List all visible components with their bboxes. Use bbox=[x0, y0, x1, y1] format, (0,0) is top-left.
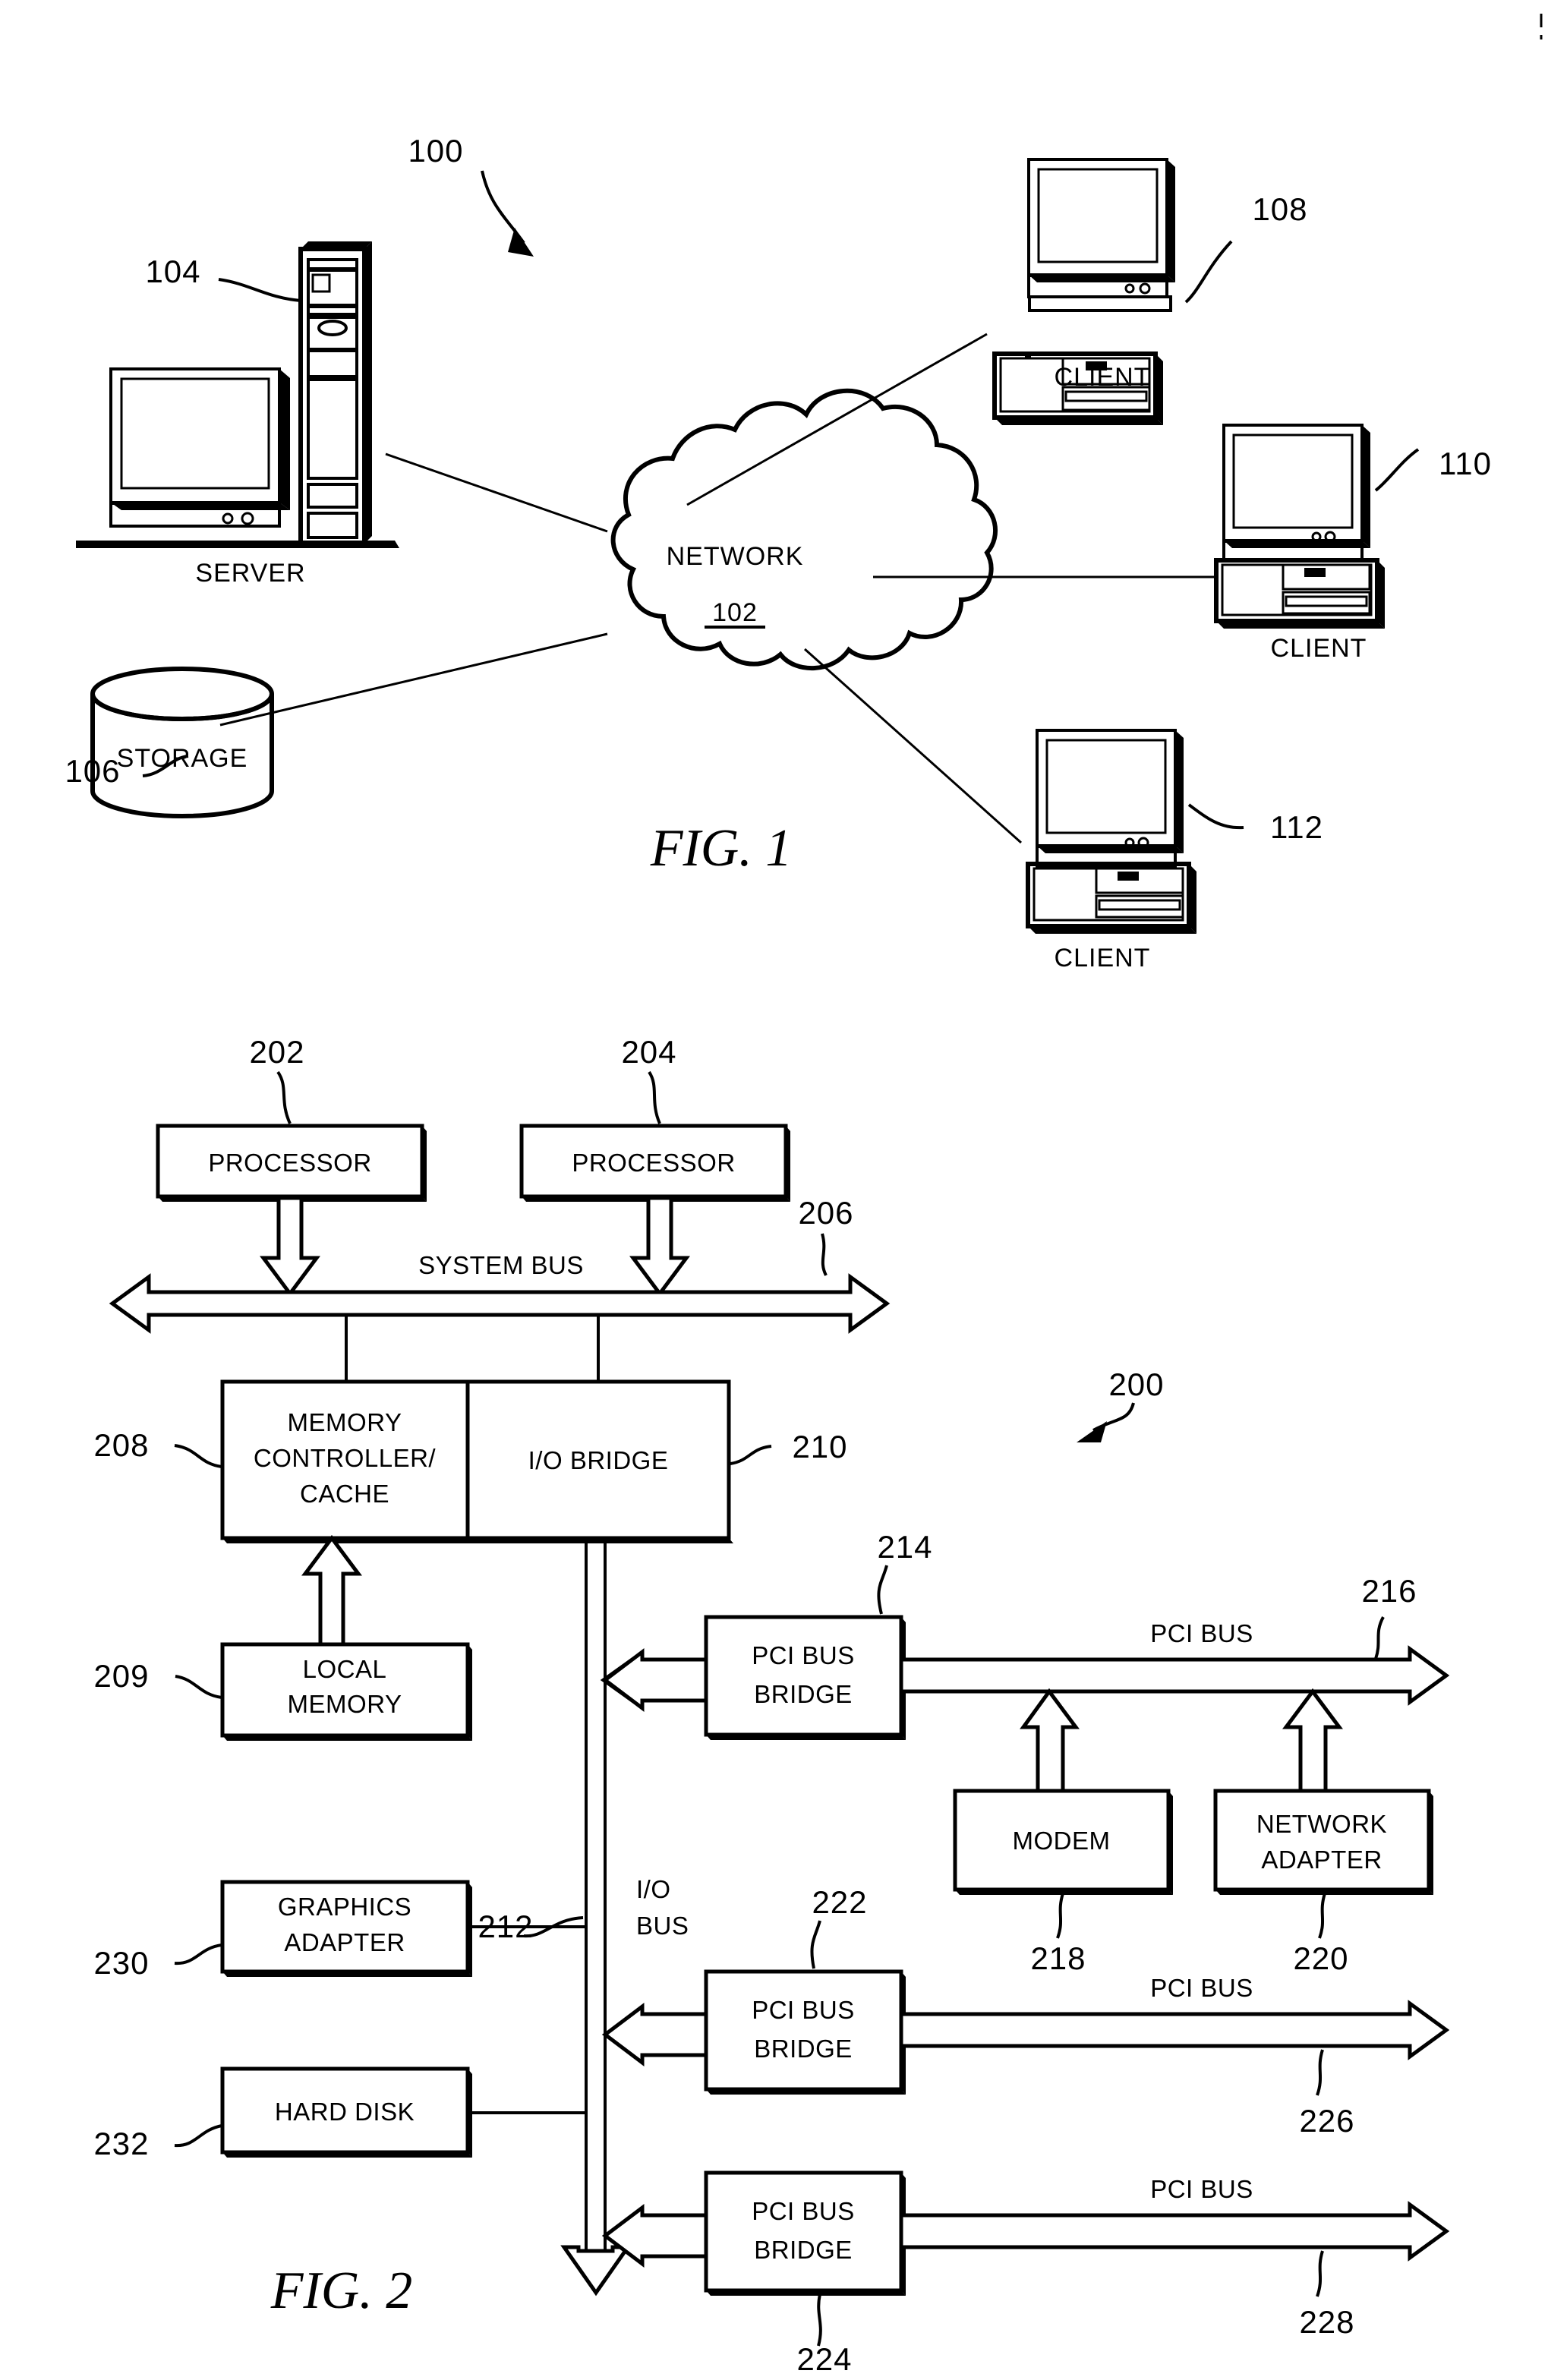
processor-202-label: PROCESSOR bbox=[208, 1149, 371, 1177]
pci-bridge-214-label-line1: PCI BUS bbox=[752, 1641, 855, 1669]
ref-232-label: 232 bbox=[93, 2126, 149, 2161]
pci-bridge-224-label-line1: PCI BUS bbox=[752, 2197, 855, 2225]
graphics-adapter-label-line2: ADAPTER bbox=[284, 1928, 405, 1956]
ref-208-label: 208 bbox=[93, 1427, 149, 1463]
storage-label: STORAGE bbox=[117, 744, 248, 773]
ref-204-label: 204 bbox=[621, 1034, 676, 1070]
pci-bridge-222-label-line2: BRIDGE bbox=[754, 2035, 853, 2063]
pci-bus-228-label: PCI BUS bbox=[1150, 2175, 1253, 2203]
patent-drawing-sheet: 100 104 SERVER 106 STORAGE NETWORK 102 1… bbox=[0, 0, 1548, 2380]
modem-label: MODEM bbox=[1013, 1827, 1111, 1855]
pci-bridge-224-label-line2: BRIDGE bbox=[754, 2236, 853, 2264]
server-label: SERVER bbox=[195, 559, 305, 588]
pci-bus-216-label: PCI BUS bbox=[1150, 1619, 1253, 1647]
memory-controller-label-line3: CACHE bbox=[300, 1480, 389, 1508]
ref-100-label: 100 bbox=[408, 133, 463, 169]
ref-222-label: 222 bbox=[812, 1884, 867, 1920]
ref-108-label: 108 bbox=[1252, 191, 1307, 227]
io-bus-label-line2: BUS bbox=[636, 1912, 689, 1940]
ref-214-label: 214 bbox=[877, 1529, 932, 1565]
ref-206-label: 206 bbox=[798, 1195, 853, 1231]
memory-controller-label-line2: CONTROLLER/ bbox=[254, 1444, 437, 1472]
network-adapter-label-line2: ADAPTER bbox=[1261, 1846, 1382, 1874]
ref-200-label: 200 bbox=[1108, 1367, 1164, 1402]
ref-230-label: 230 bbox=[93, 1945, 149, 1981]
client-112-label: CLIENT bbox=[1055, 944, 1151, 972]
ref-112-label: 112 bbox=[1270, 809, 1323, 845]
pci-bus-226-label: PCI BUS bbox=[1150, 1974, 1253, 2002]
ref-110-label: 110 bbox=[1439, 446, 1492, 481]
memory-controller-label-line1: MEMORY bbox=[288, 1408, 402, 1436]
local-memory-label-line2: MEMORY bbox=[288, 1690, 402, 1718]
graphics-adapter-label-line1: GRAPHICS bbox=[278, 1893, 411, 1921]
local-memory-label-line1: LOCAL bbox=[303, 1655, 387, 1683]
client-110-label: CLIENT bbox=[1271, 634, 1367, 663]
ref-226-label: 226 bbox=[1299, 2103, 1354, 2139]
pci-bridge-222-label-line1: PCI BUS bbox=[752, 1996, 855, 2024]
ref-202-label: 202 bbox=[249, 1034, 304, 1070]
figure-2-caption: FIG. 2 bbox=[270, 2262, 413, 2320]
io-bus-label-line1: I/O bbox=[636, 1875, 671, 1903]
ref-218-label: 218 bbox=[1030, 1940, 1086, 1976]
ref-209-label: 209 bbox=[93, 1658, 149, 1694]
hard-disk-label: HARD DISK bbox=[275, 2098, 415, 2126]
ref-210-label: 210 bbox=[792, 1429, 847, 1464]
ref-220-label: 220 bbox=[1293, 1940, 1348, 1976]
ref-228-label: 228 bbox=[1299, 2304, 1354, 2340]
ref-106-label: 106 bbox=[65, 753, 120, 789]
client-108-label: CLIENT bbox=[1055, 363, 1151, 392]
io-bridge-label: I/O BRIDGE bbox=[528, 1446, 669, 1474]
ref-216-label: 216 bbox=[1361, 1573, 1417, 1609]
ref-212-label: 212 bbox=[478, 1909, 533, 1944]
processor-204-label: PROCESSOR bbox=[572, 1149, 735, 1177]
network-label: NETWORK bbox=[667, 542, 804, 571]
network-adapter-label-line1: NETWORK bbox=[1256, 1810, 1387, 1838]
network-ref-label: 102 bbox=[712, 598, 758, 627]
ref-224-label: 224 bbox=[796, 2341, 852, 2377]
system-bus-label: SYSTEM BUS bbox=[418, 1251, 584, 1279]
text-canvas: 100 104 SERVER 106 STORAGE NETWORK 102 1… bbox=[65, 133, 1492, 2377]
ref-104-label: 104 bbox=[145, 254, 200, 289]
figure-1-caption: FIG. 1 bbox=[650, 819, 793, 878]
pci-bridge-214-label-line2: BRIDGE bbox=[754, 1680, 853, 1708]
